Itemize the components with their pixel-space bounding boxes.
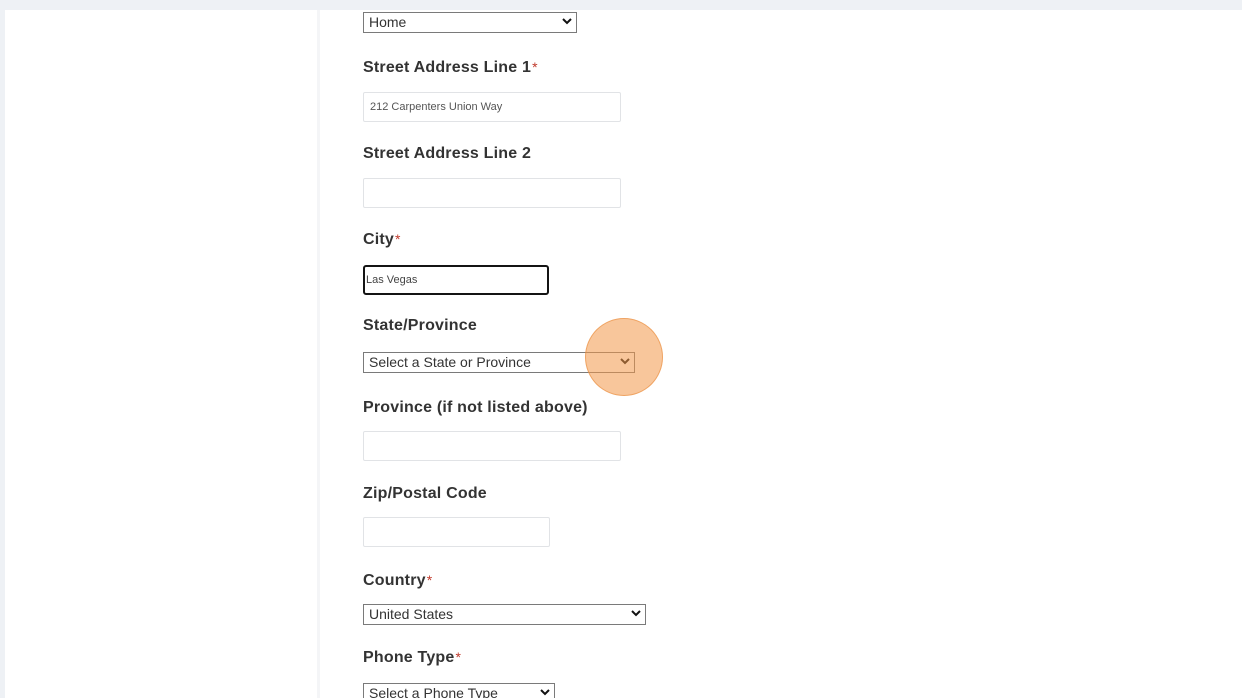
required-asterisk: * [395,231,401,247]
street1-label-text: Street Address Line 1 [363,59,532,76]
province-input[interactable] [363,431,621,461]
street2-input[interactable] [363,178,621,208]
phone-type-label-text: Phone Type [363,649,455,666]
zip-input[interactable] [363,517,550,547]
state-selected: Select a State or Province [369,354,531,370]
click-indicator [585,318,663,396]
city-label-text: City [363,231,395,248]
required-asterisk: * [532,59,538,75]
street1-input[interactable]: 212 Carpenters Union Way [363,92,621,122]
country-select[interactable]: United States [363,604,646,625]
country-label-text: Country [363,572,426,589]
page-canvas: Home Street Address Line 1* 212 Carpente… [0,0,1242,698]
street1-label: Street Address Line 1* [363,59,538,77]
address-type-select[interactable]: Home [363,12,577,33]
street2-label: Street Address Line 2 [363,145,532,162]
state-label: State/Province [363,317,477,334]
phone-type-select[interactable]: Select a Phone Type [363,683,555,698]
city-input[interactable]: Las Vegas [363,265,549,295]
required-asterisk: * [426,572,433,588]
city-label: City* [363,231,401,249]
phone-type-label: Phone Type* [363,649,461,667]
zip-label: Zip/Postal Code [363,485,487,502]
chevron-down-icon [540,689,550,696]
address-type-selected: Home [369,14,407,30]
required-asterisk: * [455,649,462,665]
country-selected: United States [369,606,454,622]
left-panel [5,10,317,698]
chevron-down-icon [631,610,641,617]
province-label: Province (if not listed above) [363,399,588,416]
phone-type-selected: Select a Phone Type [369,685,498,698]
country-label: Country* [363,572,432,590]
chevron-down-icon [562,18,572,25]
